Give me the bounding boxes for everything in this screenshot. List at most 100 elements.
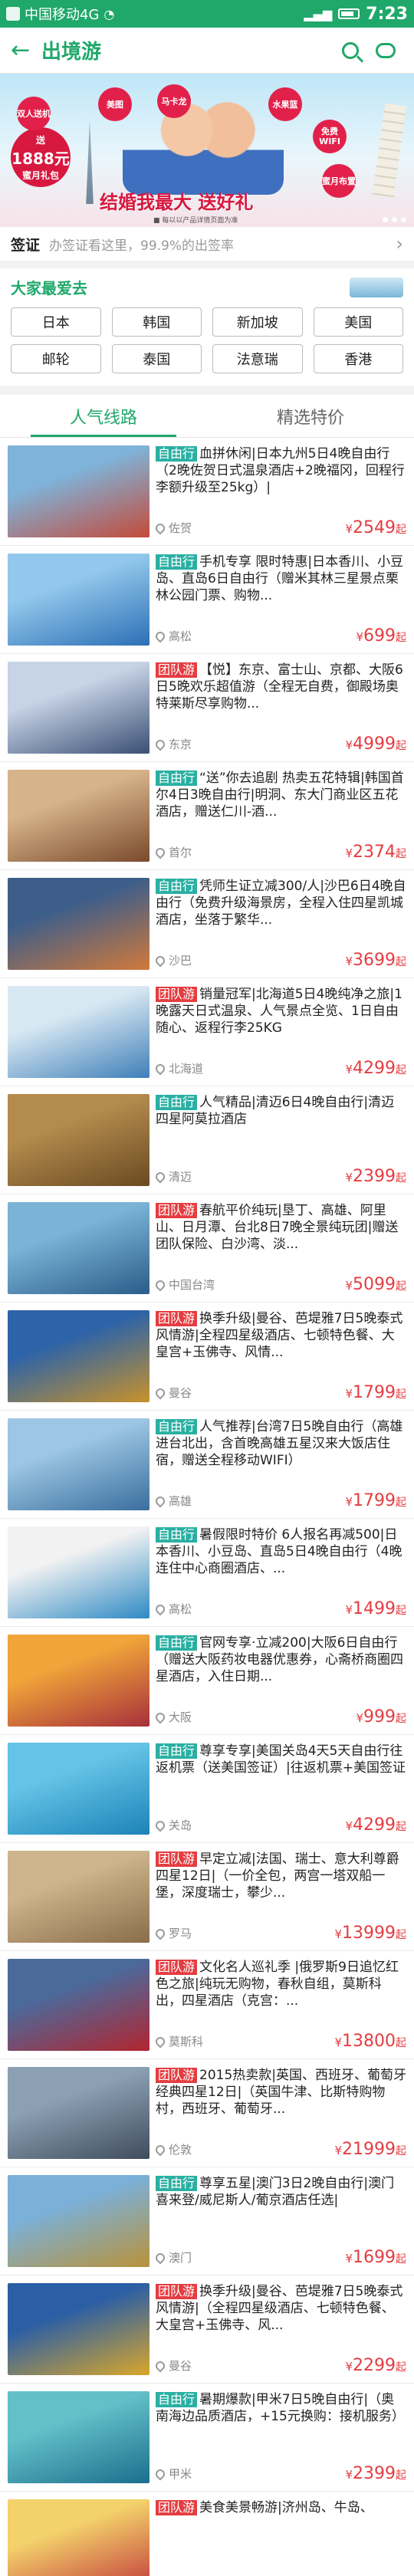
signal-icon: ▂▄▆	[304, 6, 333, 21]
visa-entry[interactable]: 签证 办签证看这里，99.9%的出签率 ›	[0, 227, 414, 268]
product-price-value: 4299	[353, 1059, 396, 1078]
destination-cruise[interactable]: 邮轮	[11, 344, 101, 373]
product-item[interactable]: 团队游 文化名人巡礼季 |俄罗斯9日追忆红色之旅|纯玩无购物，春秋自组，莫斯科出，…	[0, 1951, 414, 2059]
location-pin-icon	[153, 1602, 167, 1615]
product-price: ¥2399起	[345, 1167, 406, 1186]
status-bar: 中国移动4G ◔ ▂▄▆ 7:23	[0, 0, 414, 28]
currency-symbol: ¥	[356, 630, 363, 644]
wifi-icon: ◔	[104, 6, 115, 21]
nav-bar: ← 出境游	[0, 28, 414, 74]
banner-bubble: 马卡龙	[157, 84, 191, 118]
product-city-label: 伦敦	[169, 2143, 192, 2157]
product-price-value: 2299	[353, 2356, 396, 2375]
product-item[interactable]: 自由行 血拼休闲|日本九州5日4晚自由行（2晚佐贺日式温泉酒店+2晚福冈，回程行李…	[0, 438, 414, 546]
destination-singapore[interactable]: 新加坡	[212, 307, 303, 337]
product-city: 首尔	[153, 844, 192, 860]
product-info: 团队游 销量冠军|北海道5日4晚纯净之旅|1晚露天日式温泉、人气景点全览、1日自由…	[153, 986, 406, 1078]
destination-hongkong[interactable]: 香港	[313, 344, 403, 373]
product-list: 自由行 血拼休闲|日本九州5日4晚自由行（2晚佐贺日式温泉酒店+2晚福冈，回程行李…	[0, 438, 414, 2576]
product-item[interactable]: 团队游 换季升级|曼谷、芭堤雅7日5晚泰式风情游|（全程四星级酒店、七顿特色餐、大…	[0, 2275, 414, 2384]
product-price: ¥4299起	[345, 1059, 406, 1078]
product-item[interactable]: 团队游 早定立减|法国、瑞士、意大利尊爵四星12日|（一价全包，两宫一塔双船一堡，…	[0, 1843, 414, 1951]
product-type-tag: 团队游	[156, 2500, 198, 2515]
product-price-value: 4999	[353, 734, 396, 754]
product-item[interactable]: 团队游 换季升级|曼谷、芭堤雅7日5晚泰式风情游|全程四星级酒店、七顿特色餐、大皇…	[0, 1303, 414, 1411]
product-price-value: 999	[363, 1707, 396, 1727]
product-info: 团队游 【悦】东京、富士山、京都、大阪6日5晚欢乐超值游（全程无自费，御殿场奥特莱…	[153, 662, 406, 754]
destination-usa[interactable]: 美国	[313, 307, 403, 337]
price-suffix: 起	[396, 1172, 406, 1184]
tab-special-offers[interactable]: 精选特价	[207, 395, 414, 437]
price-suffix: 起	[396, 2037, 406, 2049]
product-price: ¥999起	[356, 1707, 406, 1727]
location-pin-icon	[153, 954, 167, 967]
product-item[interactable]: 团队游美食美景畅游|济州岛、牛岛、 ¥起	[0, 2492, 414, 2576]
currency-symbol: ¥	[345, 846, 353, 860]
carousel-indicator	[383, 217, 406, 222]
product-meta: 沙巴 ¥3699起	[153, 951, 406, 970]
destination-japan[interactable]: 日本	[11, 307, 101, 337]
product-item[interactable]: 团队游 2015热卖款|英国、西班牙、葡萄牙经典四星12日|（英国牛津、比斯特购物…	[0, 2059, 414, 2167]
product-item[interactable]: 自由行 “送”你去追剧 热卖五花特辑|韩国首尔4日3晚自由行|明洞、东大门商业区五…	[0, 762, 414, 870]
product-item[interactable]: 自由行 人气精品|清迈6日4晚自由行|清迈四星阿莫拉酒店 清迈 ¥2399起	[0, 1086, 414, 1194]
promo-banner[interactable]: 送 1888元 蜜月礼包 双人送机 美图 马卡龙 水果篮 免费WIFI 蜜月布置…	[0, 74, 414, 227]
product-price: ¥13999起	[334, 1924, 406, 1943]
destination-thailand[interactable]: 泰国	[111, 344, 202, 373]
product-info: 自由行 “送”你去追剧 热卖五花特辑|韩国首尔4日3晚自由行|明洞、东大门商业区五…	[153, 770, 406, 862]
product-city-label: 首尔	[169, 846, 192, 859]
gift-badge-top: 送	[35, 134, 45, 146]
carousel-dot	[383, 217, 388, 222]
currency-symbol: ¥	[345, 1171, 353, 1184]
currency-symbol: ¥	[345, 2468, 353, 2482]
price-suffix: 起	[396, 1713, 406, 1725]
currency-symbol: ¥	[345, 2360, 353, 2374]
product-price-value: 1799	[353, 1383, 396, 1402]
product-info: 自由行 尊享五星|澳门3日2晚自由行|澳门喜来登/威尼斯人/葡京酒店任选| 澳门 …	[153, 2175, 406, 2267]
currency-symbol: ¥	[345, 1819, 353, 1833]
location-pin-icon	[153, 2359, 167, 2372]
location-pin-icon	[153, 846, 167, 859]
product-item[interactable]: 自由行 手机专享 限时特惠|日本香川、小豆岛、直岛6日自由行（赠米其林三星景点栗林…	[0, 546, 414, 654]
currency-symbol: ¥	[345, 1279, 353, 1293]
product-item[interactable]: 自由行 人气推荐|台湾7日5晚自由行（高雄进台北出，含首晚高雄五星汉来大饭店住宿，…	[0, 1411, 414, 1519]
product-city: 关岛	[153, 1817, 192, 1833]
product-item[interactable]: 自由行 官网专享·立减200|大阪6日自由行（赠送大阪药妆电器优惠券，心斋桥商圈四…	[0, 1627, 414, 1735]
product-item[interactable]: 团队游 春航平价纯玩|垦丁、高雄、阿里山、日月潭、台北8日7晚全景纯玩团|赠送团队…	[0, 1194, 414, 1303]
product-title: 自由行 人气推荐|台湾7日5晚自由行（高雄进台北出，含首晚高雄五星汉来大饭店住宿，…	[156, 1418, 406, 1486]
product-item[interactable]: 自由行 尊享专享|美国关岛4天5天自由行往返机票（送美国签证）|往返机票+美国签证…	[0, 1735, 414, 1843]
product-info: 团队游 换季升级|曼谷、芭堤雅7日5晚泰式风情游|全程四星级酒店、七顿特色餐、大皇…	[153, 1310, 406, 1402]
product-item[interactable]: 自由行 暑假限时特价 6人报名再减500|日本香川、小豆岛、直岛5日4晚自由行（4…	[0, 1519, 414, 1627]
product-price-value: 1499	[353, 1599, 396, 1618]
product-item[interactable]: 团队游 销量冠军|北海道5日4晚纯净之旅|1晚露天日式温泉、人气景点全览、1日自由…	[0, 978, 414, 1086]
product-city: 罗马	[153, 1925, 192, 1941]
search-button[interactable]	[333, 33, 368, 68]
product-city: 中国台湾	[153, 1276, 215, 1293]
product-city-label: 甲米	[169, 2467, 192, 2481]
back-button[interactable]: ←	[11, 37, 41, 64]
product-meta: 大阪 ¥999起	[153, 1707, 406, 1727]
eiffel-tower-illustration	[86, 120, 94, 204]
clock: 7:23	[366, 4, 408, 24]
product-city: 沙巴	[153, 952, 192, 968]
product-item[interactable]: 自由行 尊享五星|澳门3日2晚自由行|澳门喜来登/威尼斯人/葡京酒店任选| 澳门 …	[0, 2167, 414, 2275]
product-item[interactable]: 自由行 暑期爆款|甲米7日5晚自由行|（奥南海边品质酒店，+15元换购：接机服务）…	[0, 2384, 414, 2492]
product-price: ¥3699起	[345, 951, 406, 970]
product-item[interactable]: 团队游 【悦】东京、富士山、京都、大阪6日5晚欢乐超值游（全程无自费，御殿场奥特莱…	[0, 654, 414, 762]
product-title: 团队游 销量冠军|北海道5日4晚纯净之旅|1晚露天日式温泉、人气景点全览、1日自由…	[156, 986, 406, 1053]
destination-korea[interactable]: 韩国	[111, 307, 202, 337]
product-item[interactable]: 自由行 凭师生证立减300/人|沙巴6日4晚自由行（免费升级海景房，全程入住四星凯…	[0, 870, 414, 978]
product-type-tag: 自由行	[156, 1635, 198, 1651]
product-meta: 关岛 ¥4299起	[153, 1815, 406, 1835]
product-info: 自由行 凭师生证立减300/人|沙巴6日4晚自由行（免费升级海景房，全程入住四星凯…	[153, 878, 406, 970]
destination-france-italy-switzerland[interactable]: 法意瑞	[212, 344, 303, 373]
product-city-label: 曼谷	[169, 2359, 192, 2373]
tab-popular-routes[interactable]: 人气线路	[0, 395, 207, 437]
product-title: 团队游 早定立减|法国、瑞士、意大利尊爵四星12日|（一价全包，两宫一塔双船一堡，…	[156, 1851, 406, 1918]
message-button[interactable]	[368, 33, 403, 68]
product-thumbnail	[8, 2499, 150, 2576]
currency-symbol: ¥	[345, 1387, 353, 1401]
product-thumbnail	[8, 1094, 150, 1186]
carousel-dot	[392, 217, 397, 222]
price-suffix: 起	[396, 632, 406, 644]
product-city-label: 东京	[169, 738, 192, 751]
